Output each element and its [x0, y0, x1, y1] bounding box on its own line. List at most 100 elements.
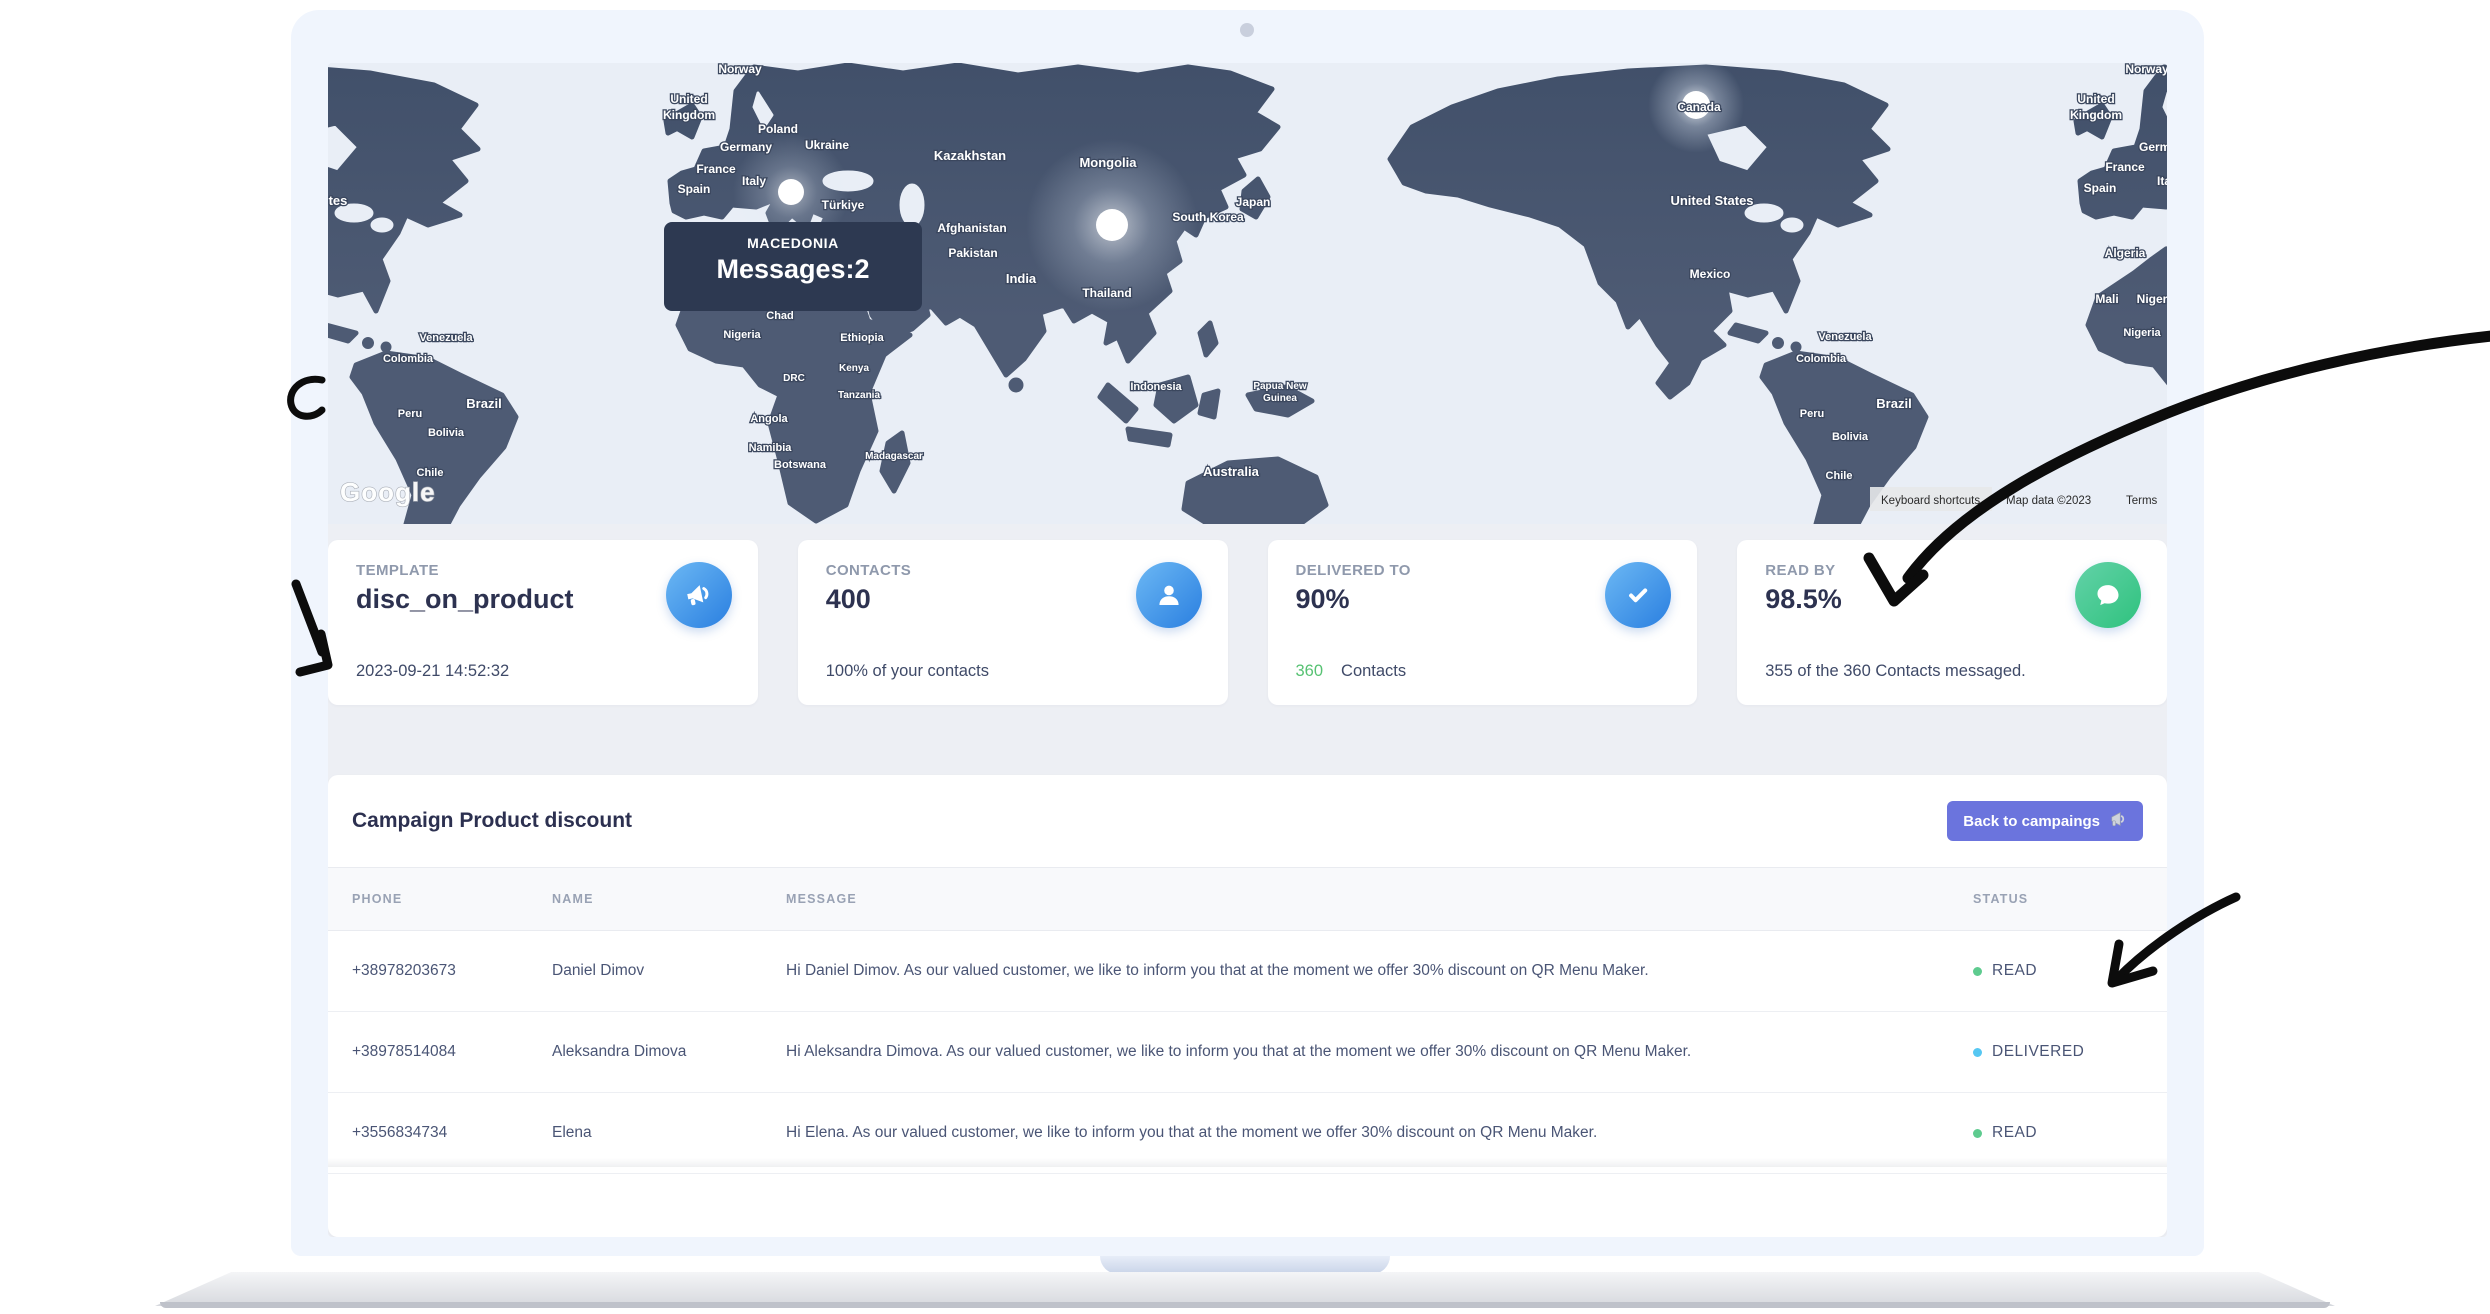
- country-label: Nigeria: [2123, 327, 2161, 339]
- country-label: Mexico: [1690, 267, 1731, 281]
- cell-status: READ: [1973, 1124, 2167, 1142]
- stat-sub: 355 of the 360 Contacts messaged.: [1765, 662, 2026, 681]
- country-label: Ukraine: [805, 138, 849, 152]
- laptop-base-edge: [160, 1302, 2330, 1308]
- tooltip-country: MACEDONIA: [664, 235, 922, 251]
- country-label: United: [670, 92, 707, 106]
- terms-link[interactable]: Terms: [2126, 495, 2158, 507]
- megaphone-emoji-icon: [2109, 810, 2127, 832]
- country-label: Norway: [718, 63, 762, 76]
- world-map[interactable]: NorwayUnitedKingdomPolandGermanyUkraineF…: [328, 63, 2167, 524]
- country-label: India: [1006, 271, 1037, 286]
- status-dot: [1973, 1048, 1982, 1057]
- country-label: France: [2105, 160, 2145, 174]
- country-label: Afghanistan: [937, 221, 1006, 235]
- map-marker[interactable]: [1096, 209, 1128, 241]
- country-label: Botswana: [774, 459, 827, 471]
- country-label: Spain: [678, 182, 711, 196]
- chat-icon: [2075, 562, 2141, 628]
- stat-label: READ BY: [1765, 562, 1835, 579]
- table-header-bar: Campaign Product discount Back to campai…: [328, 775, 2167, 867]
- cell-phone: +38978514084: [352, 1043, 552, 1061]
- back-to-campaigns-button[interactable]: Back to campaings: [1947, 801, 2143, 841]
- stat-value: disc_on_product: [356, 584, 574, 615]
- country-label: Brazil: [1876, 396, 1911, 411]
- country-label: Australia: [1203, 464, 1259, 479]
- laptop-base: [155, 1272, 2335, 1306]
- stat-label: DELIVERED TO: [1296, 562, 1411, 579]
- country-label: Spain: [2084, 181, 2117, 195]
- country-label: Colombia: [1796, 353, 1847, 365]
- cell-phone: +38978203673: [352, 962, 552, 980]
- country-label: Kenya: [839, 363, 869, 374]
- cell-name: Elena: [552, 1124, 786, 1142]
- cell-status: DELIVERED: [1973, 1043, 2167, 1061]
- country-label: Mali: [2095, 292, 2118, 306]
- country-label: Guinea: [1263, 393, 1297, 404]
- stats-row: TEMPLATE disc_on_product 2023-09-21 14:5…: [328, 540, 2167, 705]
- megaphone-icon: [666, 562, 732, 628]
- campaign-table-card: Campaign Product discount Back to campai…: [328, 775, 2167, 1237]
- map-canvas: NorwayUnitedKingdomPolandGermanyUkraineF…: [328, 63, 2167, 524]
- country-label: Colombia: [383, 353, 434, 365]
- table-row: +38978514084 Aleksandra Dimova Hi Aleksa…: [328, 1012, 2167, 1093]
- country-label: Niger: [2137, 292, 2167, 306]
- country-label: Thailand: [1082, 286, 1131, 300]
- map-marker[interactable]: [778, 179, 804, 205]
- country-label: Kazakhstan: [934, 148, 1006, 163]
- cell-name: Aleksandra Dimova: [552, 1043, 786, 1061]
- stat-card: READ BY 98.5% 355 of the 360 Contacts me…: [1737, 540, 2167, 705]
- table-row: +38978203673 Daniel Dimov Hi Daniel Dimo…: [328, 931, 2167, 1012]
- keyboard-shortcuts-link[interactable]: Keyboard shortcuts: [1881, 495, 1980, 507]
- country-label: South Korea: [1172, 210, 1244, 224]
- cell-phone: +3556834734: [352, 1124, 552, 1142]
- stat-sub-highlight: 360: [1296, 662, 1324, 680]
- country-label: Venezuela: [419, 332, 473, 344]
- check-icon: [1605, 562, 1671, 628]
- stat-label: TEMPLATE: [356, 562, 439, 579]
- webcam-dot: [1240, 23, 1254, 37]
- country-label: Chad: [766, 310, 794, 322]
- stat-sub-text: 355 of the 360 Contacts messaged.: [1765, 662, 2026, 680]
- country-label: Germa: [2139, 140, 2167, 154]
- country-label: United States: [1670, 193, 1753, 208]
- country-label: Poland: [758, 122, 798, 136]
- dashboard-screen: NorwayUnitedKingdomPolandGermanyUkraineF…: [328, 63, 2167, 1237]
- stat-label: CONTACTS: [826, 562, 911, 579]
- status-label: READ: [1992, 962, 2037, 980]
- country-label: Norway: [2125, 63, 2167, 76]
- table-body: +38978203673 Daniel Dimov Hi Daniel Dimo…: [328, 931, 2167, 1174]
- country-label: Japan: [1236, 195, 1271, 209]
- status-label: DELIVERED: [1992, 1043, 2084, 1061]
- back-button-label: Back to campaings: [1963, 813, 2100, 830]
- country-label: Tanzania: [838, 390, 880, 401]
- col-status: STATUS: [1973, 892, 2167, 906]
- map-data-attribution: Map data ©2023: [2006, 495, 2091, 507]
- country-label: Türkiye: [822, 198, 865, 212]
- country-label: Canada: [1677, 100, 1721, 114]
- country-label: Angola: [750, 413, 788, 425]
- map-tooltip: MACEDONIA Messages:2: [664, 222, 922, 311]
- country-label: Brazil: [466, 396, 501, 411]
- country-label: Papua New: [1253, 381, 1307, 392]
- cell-name: Daniel Dimov: [552, 962, 786, 980]
- country-label: Ethiopia: [840, 332, 884, 344]
- country-label: Mongolia: [1079, 155, 1137, 170]
- stat-sub-text: 100% of your contacts: [826, 662, 989, 680]
- country-label: France: [696, 162, 736, 176]
- stat-card: TEMPLATE disc_on_product 2023-09-21 14:5…: [328, 540, 758, 705]
- laptop-mockup: NorwayUnitedKingdomPolandGermanyUkraineF…: [291, 10, 2204, 1256]
- stat-value: 98.5%: [1765, 584, 1842, 615]
- country-label: Algeria: [2105, 246, 2146, 260]
- status-label: READ: [1992, 1124, 2037, 1142]
- country-label: Nigeria: [723, 329, 761, 341]
- country-label: Indonesia: [1130, 381, 1182, 393]
- col-name: NAME: [552, 892, 786, 906]
- stat-card: CONTACTS 400 100% of your contacts: [798, 540, 1228, 705]
- cell-message: Hi Aleksandra Dimova. As our valued cust…: [786, 1043, 1973, 1061]
- country-label: Italy: [742, 174, 766, 188]
- stat-value: 90%: [1296, 584, 1350, 615]
- cell-message: Hi Elena. As our valued customer, we lik…: [786, 1124, 1973, 1142]
- stat-value: 400: [826, 584, 871, 615]
- status-dot: [1973, 967, 1982, 976]
